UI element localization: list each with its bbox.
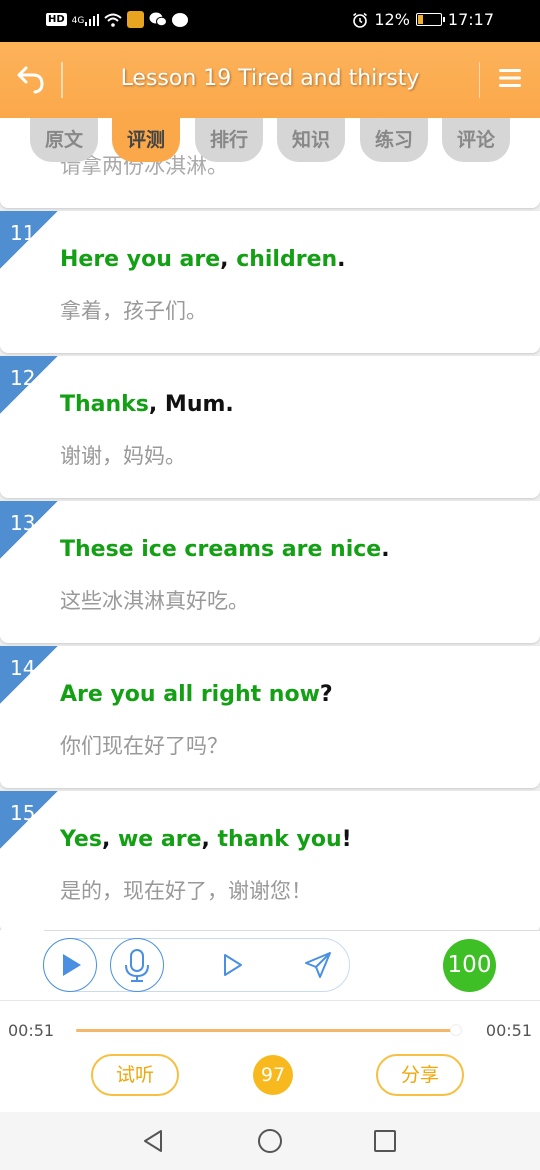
undo-arrow-icon [17, 66, 44, 94]
play-original-button[interactable] [43, 938, 97, 992]
circle-home-icon [258, 1129, 282, 1153]
word-plain: , Mum. [148, 392, 234, 417]
tab-practice[interactable]: 练习 [360, 118, 428, 162]
hamburger-menu-icon [499, 69, 521, 87]
sentence-card[interactable]: 15 Yes, we are, thank you! 是的，现在好了，谢谢您！ [0, 791, 540, 930]
triangle-back-icon [144, 1130, 162, 1152]
sentence-number-badge: 11 [0, 211, 58, 269]
microphone-icon [125, 949, 149, 982]
tab-knowledge[interactable]: 知识 [277, 118, 345, 162]
header-divider-right [478, 62, 480, 98]
header-divider-left [61, 62, 63, 98]
word-plain: , [201, 827, 218, 852]
progress-knob[interactable] [450, 1024, 463, 1036]
word-correct: Are you all right now [60, 682, 320, 707]
hd-icon: HD [46, 13, 67, 26]
sentence-english: Are you all right now? [60, 682, 333, 707]
sentence-number: 13 [10, 511, 36, 535]
word-plain: , [220, 247, 237, 272]
sentence-number: 14 [10, 656, 36, 680]
sentence-list[interactable]: 请拿两份冰淇淋。 11 Here you are, children. 拿着，孩… [0, 118, 540, 930]
sentence-english: Thanks, Mum. [60, 392, 234, 417]
sentence-english: Here you are, children. [60, 247, 346, 272]
lesson-title: Lesson 19 Tired and thirsty [120, 66, 420, 91]
word-correct: Thanks [60, 392, 149, 417]
total-score-badge: 97 [253, 1055, 293, 1095]
word-plain: . [337, 247, 346, 272]
status-icons-right: 12% 17:17 [352, 10, 494, 29]
progress-bar[interactable] [76, 1024, 463, 1036]
word-plain: , [101, 827, 118, 852]
play-icon [63, 954, 81, 976]
word-plain: ! [341, 827, 352, 852]
submit-button[interactable] [304, 951, 332, 979]
recording-controls: 100 [0, 930, 540, 1000]
tab-original-text[interactable]: 原文 [30, 118, 98, 162]
square-recents-icon [374, 1130, 396, 1152]
tab-bar: 原文 评测 排行 知识 练习 评论 [30, 118, 510, 164]
sentence-translation: 你们现在好了吗？ [60, 734, 228, 758]
sentence-translation: 拿着，孩子们。 [60, 299, 207, 323]
battery-icon [415, 13, 445, 26]
share-button[interactable]: 分享 [376, 1054, 464, 1096]
progress-fill [76, 1029, 457, 1032]
listen-button[interactable]: 试听 [91, 1054, 179, 1096]
wechat-icon [149, 12, 168, 27]
total-time: 00:51 [485, 1021, 532, 1040]
nav-home-button[interactable] [257, 1128, 283, 1154]
current-time: 00:51 [8, 1021, 55, 1040]
sentence-translation: 这些冰淇淋真好吃。 [60, 589, 249, 613]
alarm-icon [353, 12, 368, 28]
sentence-translation: 谢谢，妈妈。 [60, 444, 186, 468]
sentence-translation: 是的，现在好了，谢谢您！ [60, 879, 312, 903]
word-plain: ? [319, 682, 333, 707]
sentence-card[interactable]: 12 Thanks, Mum. 谢谢，妈妈。 [0, 356, 540, 498]
send-icon [305, 952, 331, 978]
wifi-icon [104, 13, 123, 27]
sentence-number: 11 [10, 221, 36, 245]
tab-comments[interactable]: 评论 [442, 118, 510, 162]
player-area: 00:51 00:51 试听 97 分享 [0, 1000, 540, 1112]
sentence-card[interactable]: 13 These ice creams are nice. 这些冰淇淋真好吃。 [0, 501, 540, 643]
sentence-number-badge: 12 [0, 356, 58, 414]
system-nav-bar [0, 1112, 540, 1170]
word-plain: . [381, 537, 390, 562]
sentence-number: 15 [10, 801, 36, 825]
sentence-card[interactable]: 14 Are you all right now? 你们现在好了吗？ [0, 646, 540, 788]
signal-4g-icon: 4G [71, 13, 100, 26]
app-header: Lesson 19 Tired and thirsty [0, 42, 540, 118]
word-correct: Yes [60, 827, 102, 852]
record-button[interactable] [110, 938, 164, 992]
play-outline-icon [224, 954, 242, 976]
status-bar: HD 4G 12% 17:17 [0, 0, 540, 42]
control-group [43, 938, 350, 992]
play-recording-button[interactable] [218, 951, 246, 979]
sentence-english: Yes, we are, thank you! [60, 827, 352, 852]
word-correct: Here you are [60, 247, 221, 272]
tab-evaluation[interactable]: 评测 [112, 118, 180, 162]
sentence-number: 12 [10, 366, 36, 390]
sentence-number-badge: 13 [0, 501, 58, 559]
word-correct: thank you [217, 827, 342, 852]
sentence-number-badge: 15 [0, 791, 58, 849]
sentence-score-badge[interactable]: 100 [443, 939, 496, 992]
status-icons-left: HD 4G [46, 11, 189, 28]
nav-recents-button[interactable] [372, 1128, 398, 1154]
back-button[interactable] [14, 62, 50, 98]
tab-ranking[interactable]: 排行 [195, 118, 263, 162]
nav-back-button[interactable] [141, 1128, 167, 1154]
battery-percent: 12% [374, 10, 410, 29]
network-type-label: 4G [71, 15, 85, 26]
clock: 17:17 [447, 10, 494, 29]
sentence-english: These ice creams are nice. [60, 537, 390, 562]
sentence-number-badge: 14 [0, 646, 58, 704]
word-correct: children [236, 247, 338, 272]
chat-icon [172, 12, 189, 27]
word-correct: we are [117, 827, 202, 852]
sentence-card[interactable]: 11 Here you are, children. 拿着，孩子们。 [0, 211, 540, 353]
menu-button[interactable] [498, 66, 522, 90]
app-icon [127, 11, 145, 28]
word-correct: These ice creams are nice [60, 537, 382, 562]
controls-divider [44, 930, 540, 931]
